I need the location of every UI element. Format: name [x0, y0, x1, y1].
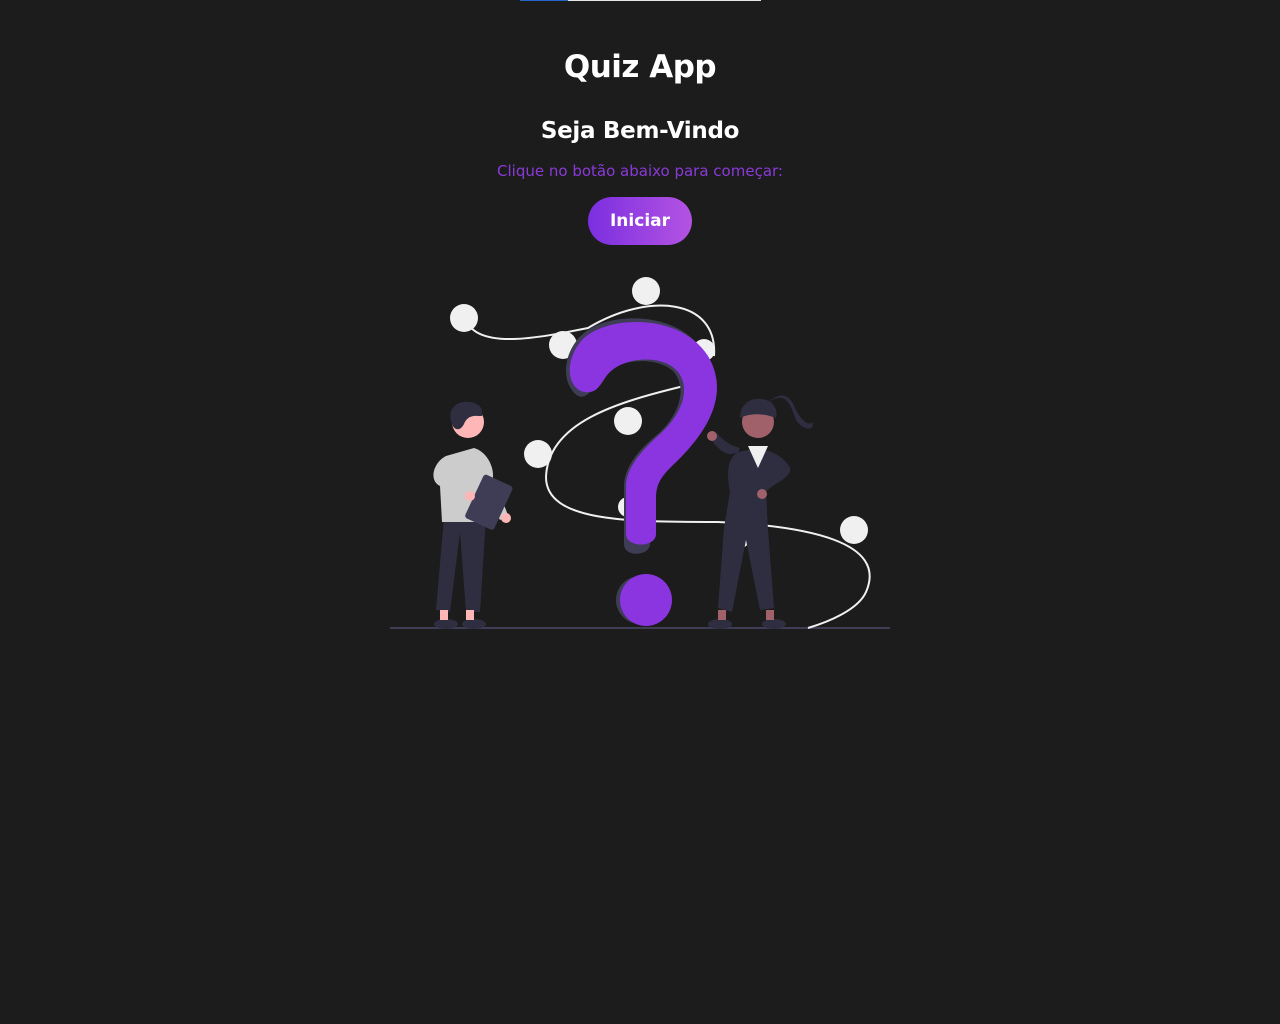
question-mark-people-icon — [390, 277, 890, 629]
start-instruction: Clique no botão abaixo para começar: — [497, 162, 783, 180]
man-figure — [433, 401, 513, 629]
start-button[interactable]: Iniciar — [588, 197, 692, 245]
app-title: Quiz App — [563, 49, 717, 85]
top-progress-bar — [520, 0, 761, 1]
welcome-title: Seja Bem-Vindo — [540, 118, 740, 144]
top-progress-fill — [520, 0, 569, 1]
woman-figure — [707, 395, 813, 629]
question-illustration — [388, 272, 892, 632]
